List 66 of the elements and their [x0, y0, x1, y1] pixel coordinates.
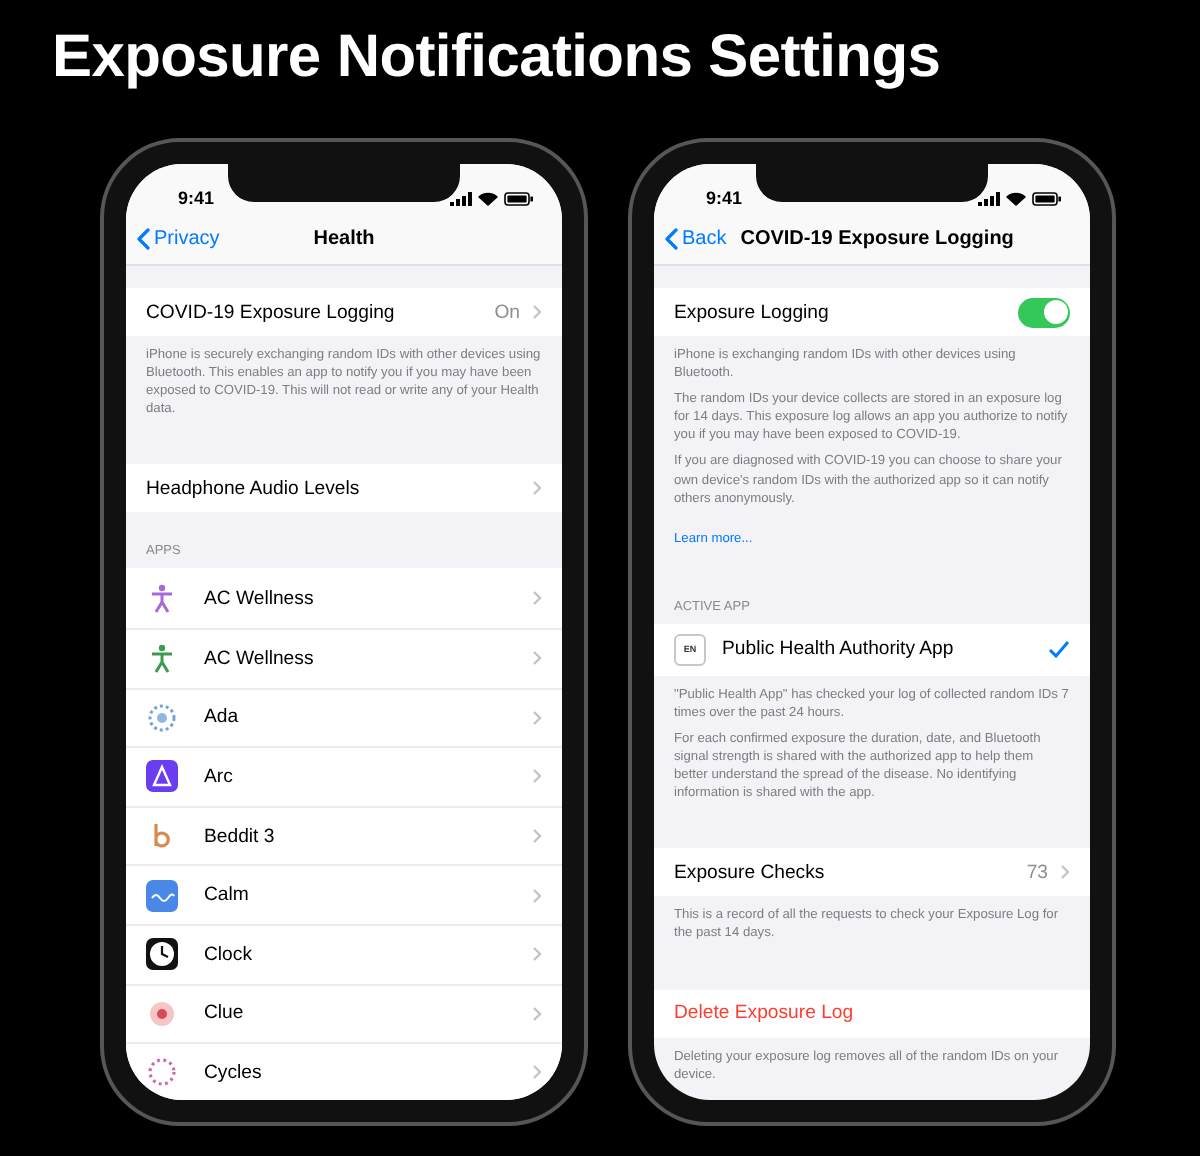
clock-icon [146, 938, 178, 971]
settings-row[interactable]: Calm [126, 864, 562, 924]
chevron-icon [532, 480, 542, 497]
figure-icon [146, 582, 178, 615]
settings-row[interactable]: Exposure Logging [654, 288, 1090, 336]
wifi-icon [1006, 192, 1026, 206]
row-value: On [494, 301, 520, 323]
chevron-icon [532, 768, 542, 785]
nav-title: Health [313, 227, 375, 249]
slide-title: Exposure Notifications Settings [50, 22, 943, 94]
row-label: Exposure Checks [674, 861, 827, 884]
chevron-icon [532, 590, 542, 607]
wave-icon [146, 879, 178, 912]
settings-row[interactable]: Cycles [126, 1042, 562, 1100]
settings-row[interactable]: Clock [126, 923, 562, 984]
row-label: Ada [204, 706, 241, 729]
figure-icon [146, 642, 178, 675]
chevron-icon [532, 304, 542, 320]
settings-row[interactable]: AC Wellness [126, 568, 562, 628]
settings-row[interactable]: COVID-19 Exposure Logging On [126, 288, 562, 336]
row-label: Clock [204, 943, 254, 966]
chevron-icon [1060, 864, 1070, 881]
settings-row[interactable]: Delete Exposure Log [654, 989, 1090, 1037]
battery-icon [1032, 192, 1062, 206]
row-label: Public Health Authority App [722, 638, 956, 661]
row-label: Cycles [204, 1061, 264, 1084]
back-chevron-icon [136, 227, 150, 249]
settings-row[interactable]: Beddit 3 [126, 805, 562, 865]
settings-row[interactable]: Headphone Audio Levels [126, 464, 562, 513]
row-label: Arc [204, 765, 235, 788]
settings-row[interactable]: Ada [126, 687, 562, 747]
wifi-icon [478, 192, 498, 206]
chevron-icon [532, 709, 542, 726]
row-label: AC Wellness [204, 587, 316, 610]
back-button[interactable]: Privacy [136, 227, 220, 249]
signal-icon [450, 192, 472, 206]
row-label: Clue [204, 1002, 246, 1025]
row-label: COVID-19 Exposure Logging [146, 301, 397, 323]
back-button[interactable]: Back [664, 227, 727, 249]
row-label: Delete Exposure Log [674, 1002, 856, 1024]
nav-title: COVID-19 Exposure Logging [740, 227, 1014, 249]
chevron-icon [532, 946, 542, 963]
chevron-icon [532, 828, 542, 845]
chevron-icon [532, 1064, 542, 1081]
dots-icon [146, 701, 178, 734]
triangle-icon [146, 760, 178, 793]
battery-icon [504, 192, 534, 206]
row-label: Beddit 3 [204, 825, 277, 848]
row-value: 73 [1026, 861, 1048, 884]
settings-row[interactable]: AC Wellness [126, 627, 562, 688]
row-label: Headphone Audio Levels [146, 477, 362, 500]
row-label: Exposure Logging [674, 301, 831, 323]
toggle-switch[interactable] [1018, 297, 1070, 327]
row-label: Calm [204, 884, 251, 907]
signal-icon [978, 192, 1000, 206]
chevron-icon [532, 887, 542, 904]
status-time: 9:41 [178, 188, 215, 208]
status-time: 9:41 [706, 188, 743, 208]
back-chevron-icon [664, 227, 678, 249]
row-label: AC Wellness [204, 647, 316, 670]
settings-row[interactable]: Arc [126, 746, 562, 806]
chevron-icon [532, 650, 542, 667]
settings-row[interactable]: Exposure Checks 73 [654, 848, 1090, 897]
chevron-icon [532, 1005, 542, 1022]
settings-row[interactable]: Clue [126, 983, 562, 1043]
dotted-ring-icon [146, 1056, 178, 1089]
